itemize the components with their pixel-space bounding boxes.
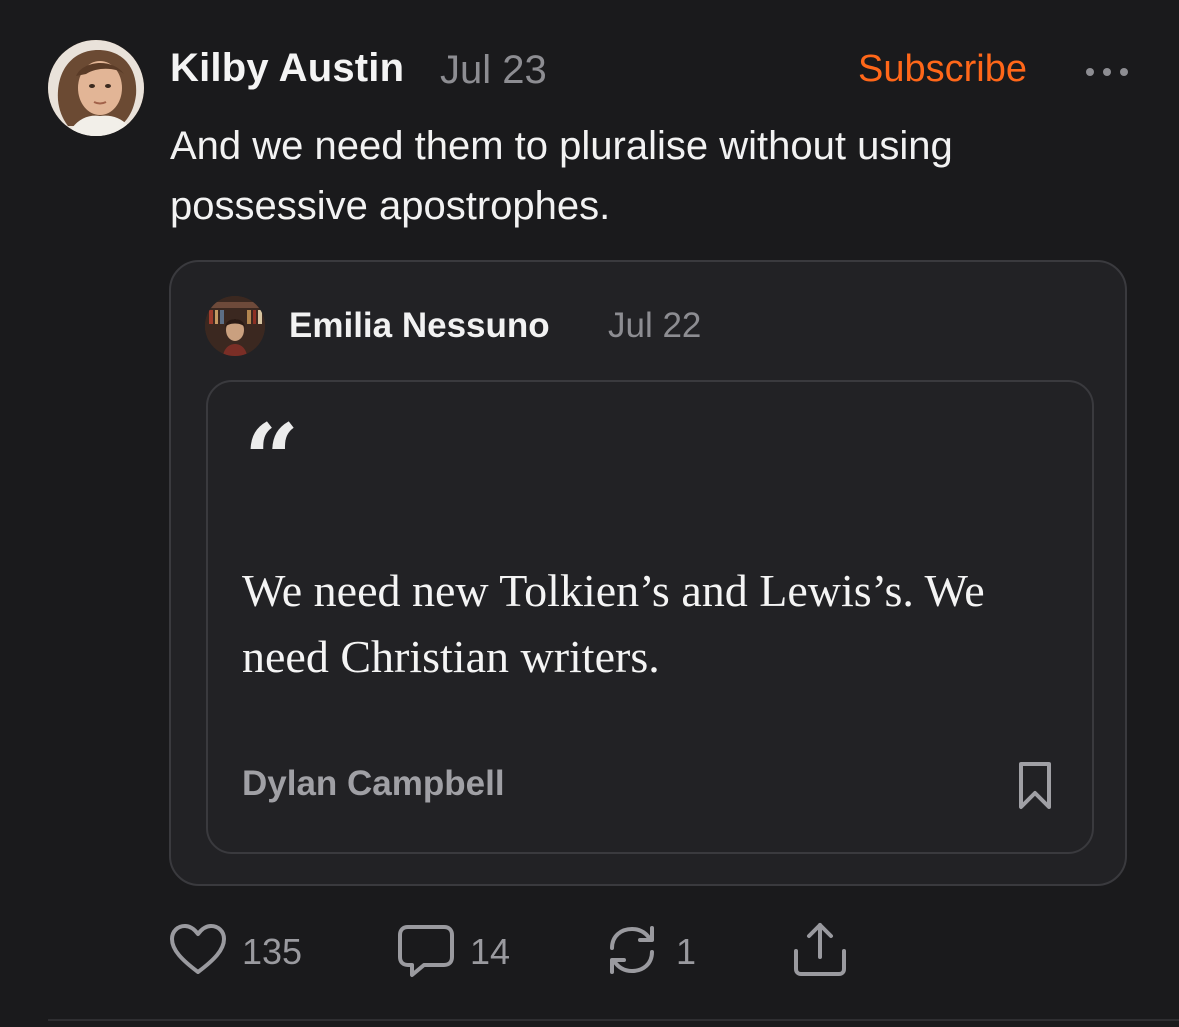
like-count: 135 bbox=[242, 931, 303, 972]
bookmark-icon[interactable] bbox=[1016, 760, 1054, 812]
share-icon bbox=[790, 921, 850, 984]
comment-button[interactable]: 14 bbox=[396, 920, 510, 984]
author-avatar[interactable] bbox=[48, 40, 144, 136]
quote-block[interactable]: “ We need new Tolkien’s and Lewis’s. We … bbox=[206, 380, 1094, 854]
restack-button[interactable]: 1 bbox=[602, 920, 696, 984]
restack-count: 1 bbox=[676, 931, 697, 972]
restack-icon bbox=[602, 922, 662, 983]
action-bar: 135 14 1 bbox=[0, 920, 1179, 984]
post-date: Jul 23 bbox=[440, 48, 547, 92]
post-body: And we need them to pluralise without us… bbox=[170, 124, 953, 228]
comment-count: 14 bbox=[470, 931, 511, 972]
quoted-note-card[interactable]: Emilia Nessuno Jul 22 “ We need new Tolk… bbox=[169, 260, 1127, 886]
divider bbox=[48, 1019, 1179, 1021]
subscribe-button[interactable]: Subscribe bbox=[858, 48, 1027, 91]
share-button[interactable] bbox=[790, 920, 850, 984]
like-button[interactable]: 135 bbox=[168, 920, 302, 984]
quoted-date: Jul 22 bbox=[608, 306, 702, 345]
quote-text: We need new Tolkien’s and Lewis’s. We ne… bbox=[242, 565, 985, 682]
quote-source[interactable]: Dylan Campbell bbox=[242, 764, 505, 804]
comment-icon bbox=[396, 921, 456, 984]
quote-mark-icon: “ bbox=[244, 403, 300, 516]
post-author[interactable]: Kilby Austin bbox=[170, 46, 404, 91]
more-icon[interactable] bbox=[1084, 62, 1132, 82]
quoted-author[interactable]: Emilia Nessuno bbox=[289, 306, 550, 346]
heart-icon bbox=[168, 922, 228, 983]
quoted-author-avatar[interactable] bbox=[205, 296, 265, 356]
